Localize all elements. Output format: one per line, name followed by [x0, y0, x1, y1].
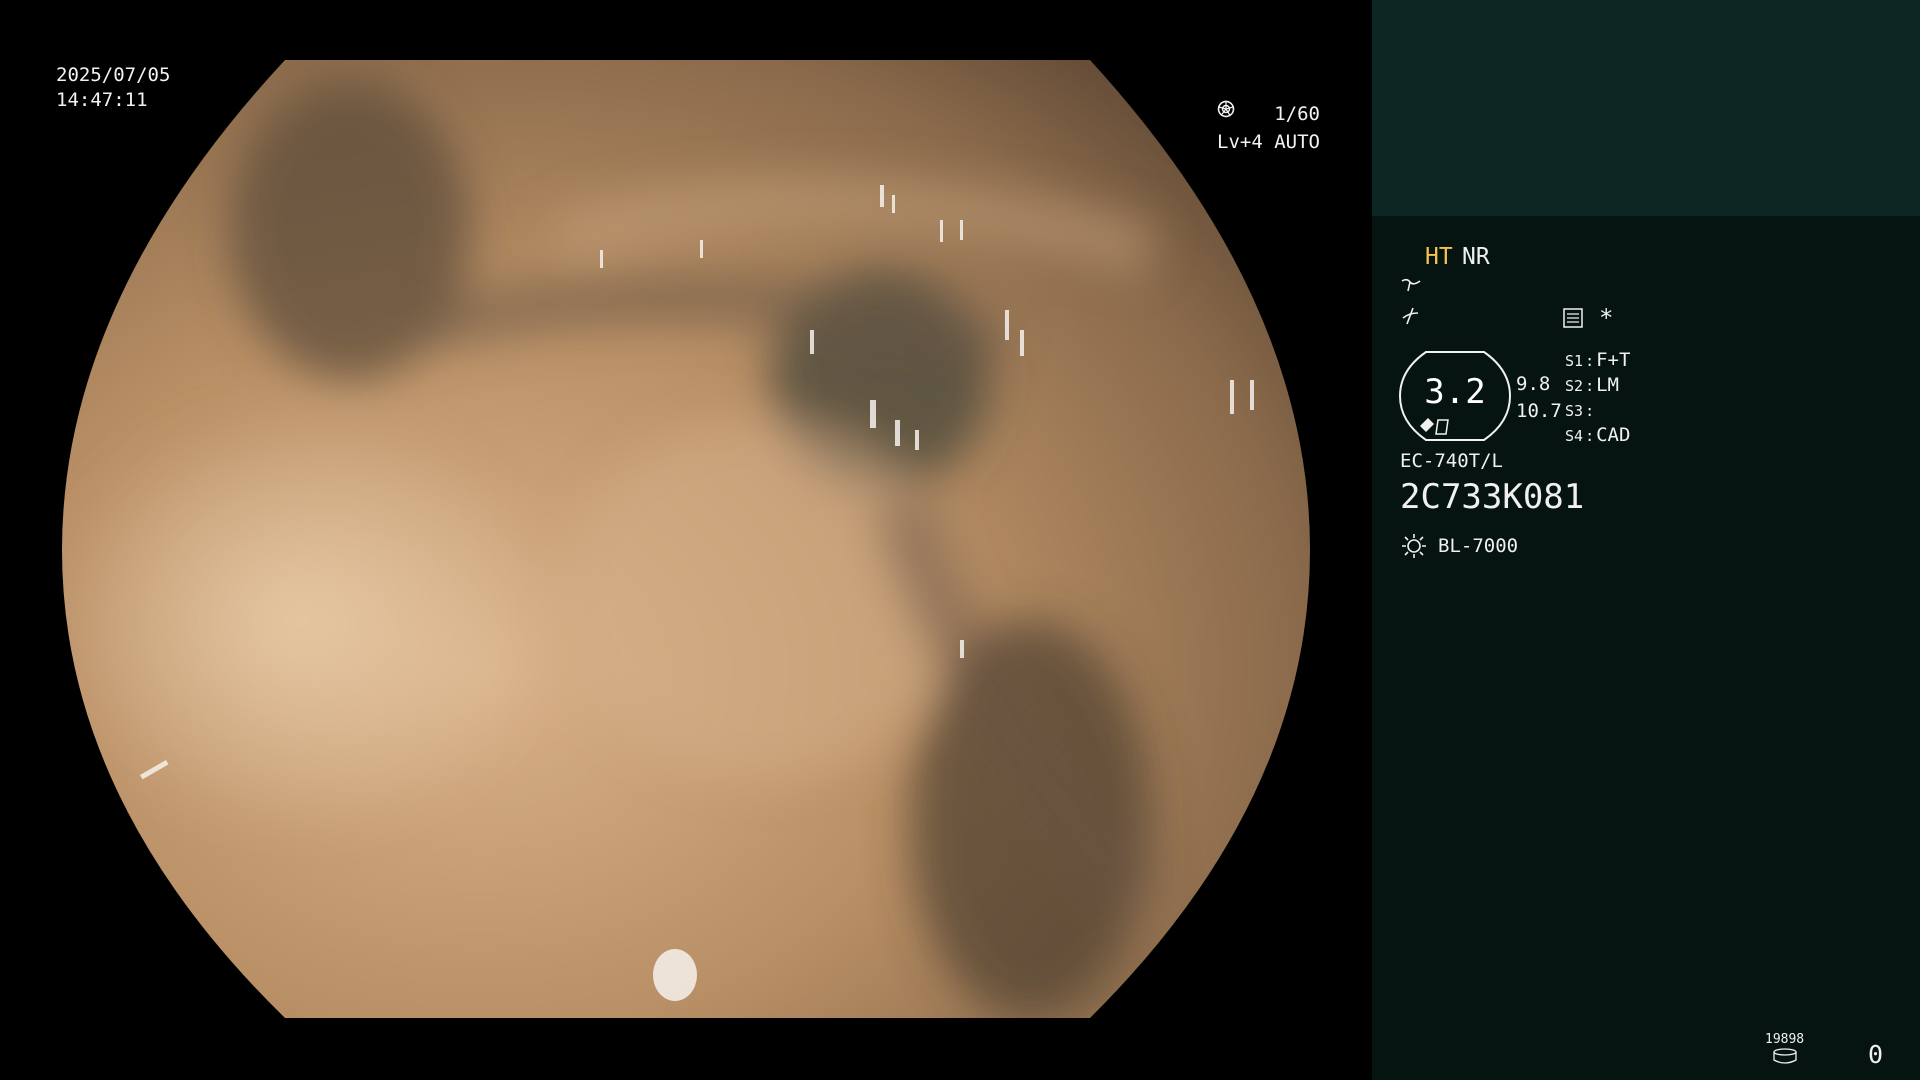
nr-indicator: NR: [1462, 244, 1490, 270]
zoom-scale-a: 9.8: [1516, 373, 1551, 395]
color-tone-icon: [1402, 307, 1419, 325]
endoscope-image: [62, 60, 1310, 1018]
light-source-model: BL-7000: [1438, 535, 1519, 557]
date-display: 2025/07/05: [56, 64, 171, 86]
panel-header-area: [1372, 0, 1920, 216]
info-panel: HT NR * 3.2 9.8 10.7 S1: F+T S2: LM S3: S4…: [1372, 0, 1920, 1080]
auto-iris-icon: [1217, 100, 1235, 118]
scope-serial: 2C733K081: [1400, 477, 1585, 517]
switch-s2: S2: LM: [1565, 374, 1619, 396]
light-source-icon: [1402, 534, 1426, 558]
exposure-info: 1/60 Lv+4 AUTO: [1217, 100, 1320, 156]
zoom-scale-b: 10.7: [1516, 400, 1562, 422]
time-display: 14:47:11: [56, 89, 148, 111]
iris-mode: Lv+4 AUTO: [1217, 131, 1320, 153]
shutter-speed: 1/60: [1274, 103, 1320, 125]
storage-icon: [1773, 1048, 1797, 1064]
ht-indicator: HT: [1425, 244, 1453, 270]
switch-s1: S1: F+T: [1565, 349, 1631, 371]
switch-s4: S4: CAD: [1565, 424, 1631, 446]
settings-list-icon: [1563, 308, 1583, 328]
iris-row: Lv+4 AUTO: [1217, 100, 1320, 156]
zoom-value: 3.2: [1424, 372, 1486, 412]
asterisk-indicator: *: [1599, 304, 1614, 332]
endoscope-view: 2025/07/05 14:47:11 1/60 Lv+4 AUTO: [0, 0, 1372, 1080]
capture-counter: 0: [1868, 1040, 1884, 1069]
switch-s3: S3:: [1565, 402, 1595, 420]
enhance-curve-icon: [1401, 278, 1421, 292]
image-count-small: 19898: [1765, 1032, 1805, 1047]
scope-model: EC-740T/L: [1400, 450, 1503, 472]
